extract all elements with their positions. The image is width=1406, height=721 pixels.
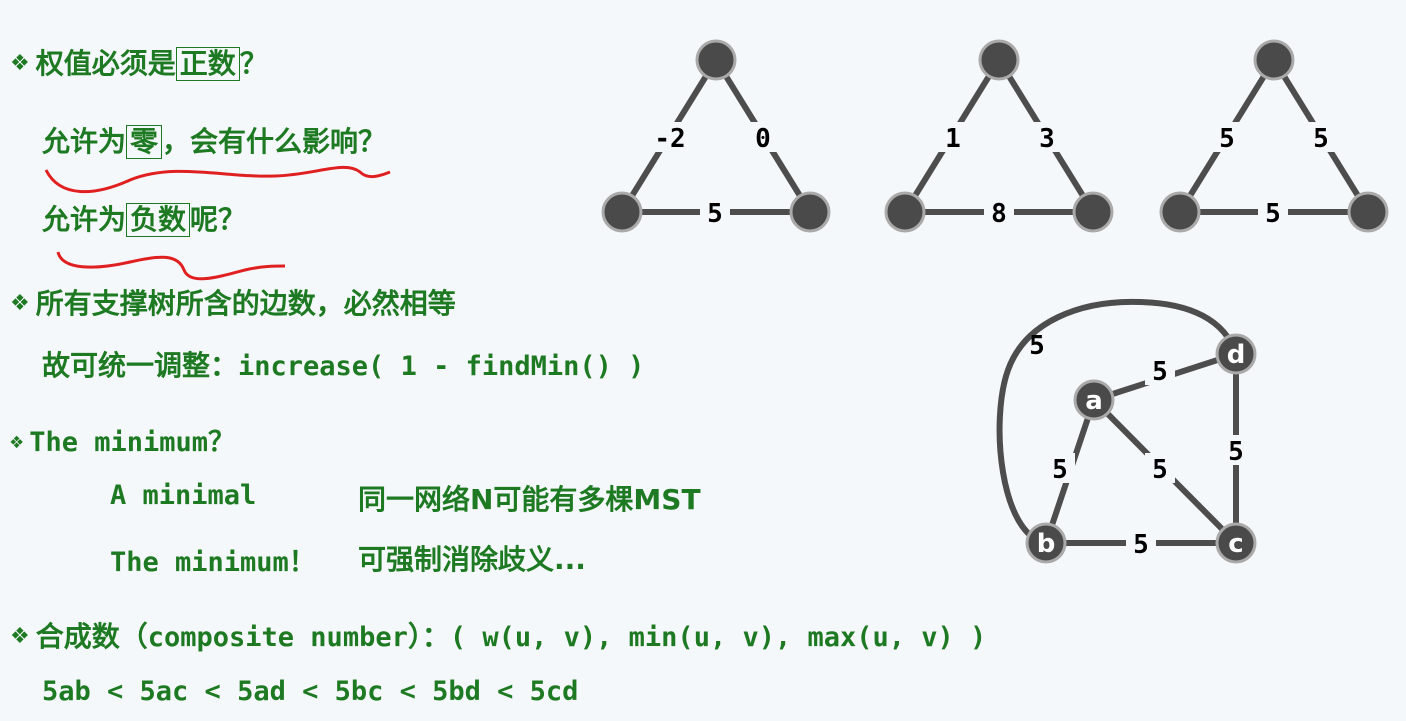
edge-label: 8 bbox=[991, 199, 1007, 229]
edge-label-ab: 5 bbox=[1052, 455, 1068, 485]
edge-label-dc: 5 bbox=[1228, 437, 1244, 467]
triangle-graph-1: -2 0 5 bbox=[601, 39, 831, 233]
edge-label: 5 bbox=[1219, 124, 1235, 154]
graph-node bbox=[1072, 191, 1114, 233]
node-label-a: a bbox=[1085, 386, 1103, 416]
triangle-graph-2: 1 3 8 bbox=[884, 39, 1114, 233]
triangle-graph-3: 5 5 5 bbox=[1159, 39, 1389, 233]
edge-label: 5 bbox=[707, 199, 723, 229]
edge-label: 5 bbox=[1313, 124, 1329, 154]
diagram-canvas: -2 0 5 1 3 8 5 5 5 5 5 5 5 5 5 a b c d bbox=[44, 39, 1389, 564]
graph-node bbox=[884, 191, 926, 233]
edge-label: 3 bbox=[1039, 124, 1055, 154]
node-label-b: b bbox=[1037, 529, 1056, 559]
underline-negative bbox=[56, 251, 286, 281]
graph-node bbox=[789, 191, 831, 233]
graph-node bbox=[695, 39, 737, 81]
graph-node bbox=[1159, 191, 1201, 233]
edge-label-ac: 5 bbox=[1152, 455, 1168, 485]
edge-label-bd: 5 bbox=[1029, 331, 1045, 361]
graph-node bbox=[601, 191, 643, 233]
abcd-graph: 5 5 5 5 5 5 a b c d bbox=[996, 298, 1257, 564]
node-label-d: d bbox=[1227, 340, 1246, 370]
edge-label-ad: 5 bbox=[1152, 357, 1168, 387]
underline-zero bbox=[44, 165, 391, 194]
edge-label: -2 bbox=[654, 124, 685, 154]
graph-node bbox=[978, 39, 1020, 81]
edge-label: 5 bbox=[1265, 199, 1281, 229]
graph-node bbox=[1253, 39, 1295, 81]
edge-label: 1 bbox=[945, 124, 961, 154]
node-label-c: c bbox=[1228, 529, 1243, 559]
graph-node bbox=[1347, 191, 1389, 233]
edge-label-bc: 5 bbox=[1133, 530, 1149, 560]
edge-label: 0 bbox=[755, 124, 771, 154]
